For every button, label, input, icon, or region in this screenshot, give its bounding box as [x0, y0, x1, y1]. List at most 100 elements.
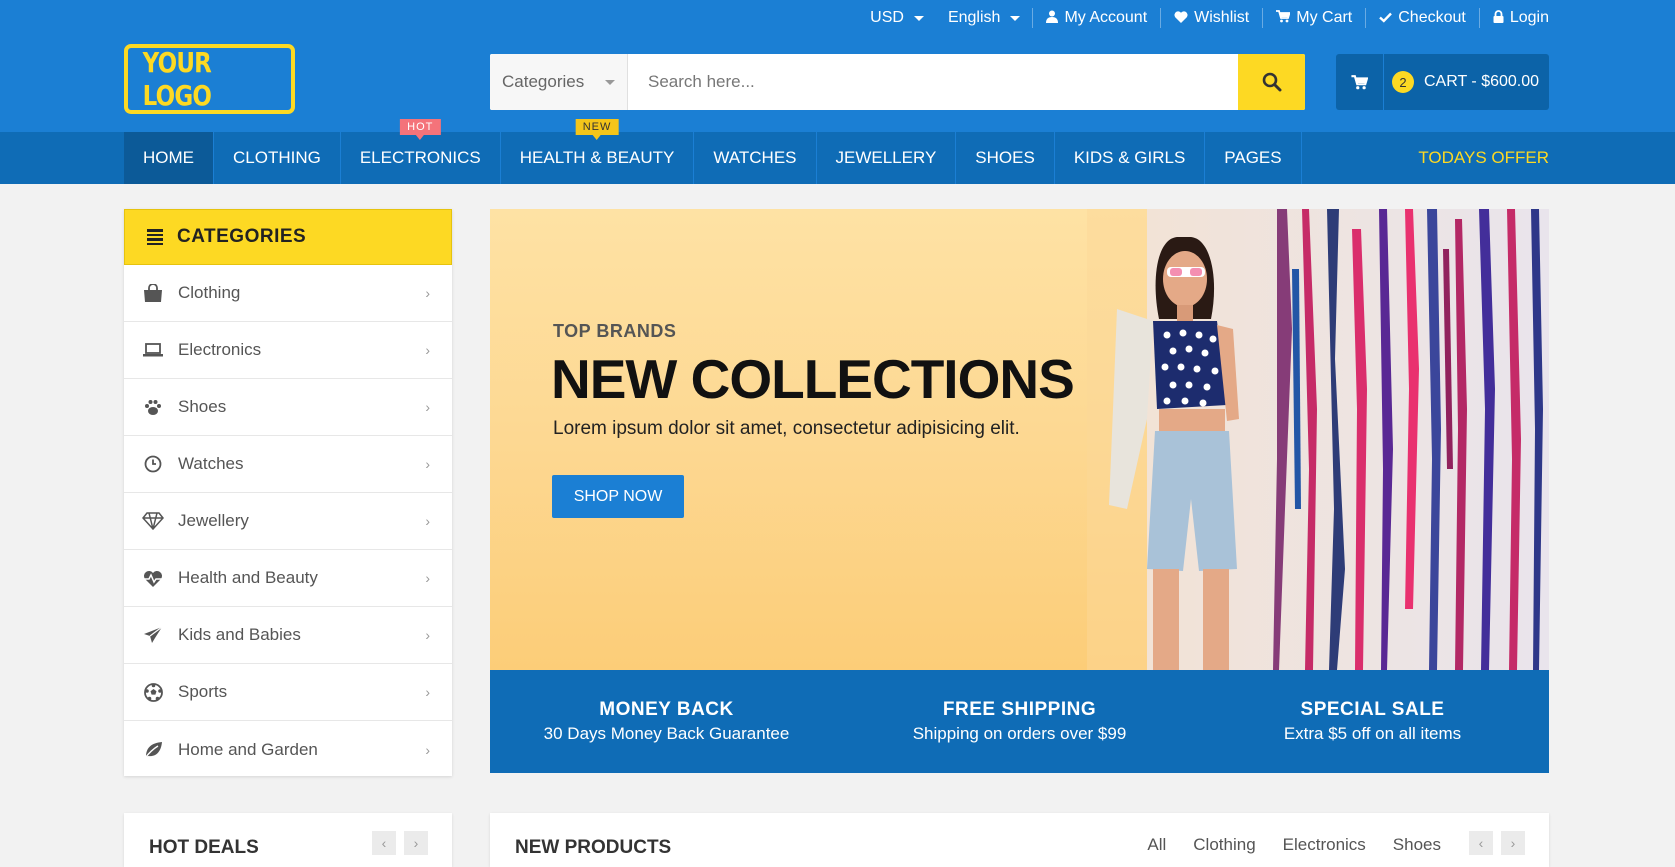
- my-account-label: My Account: [1064, 9, 1148, 26]
- next-arrow-button[interactable]: ›: [1501, 831, 1525, 855]
- check-icon: [1379, 11, 1393, 26]
- login-label: Login: [1509, 9, 1549, 26]
- hot-deals-panel: HOT DEALS ‹ ›: [124, 813, 452, 867]
- nav-item-pages[interactable]: PAGES: [1205, 132, 1302, 184]
- feature-title: MONEY BACK: [599, 699, 734, 720]
- prev-arrow-button[interactable]: ‹: [372, 831, 396, 855]
- feature-desc: Shipping on orders over $99: [912, 724, 1127, 743]
- todays-offer-link[interactable]: TODAYS OFFER: [1418, 132, 1549, 184]
- clock-icon: [142, 455, 164, 473]
- main-nav: HOME CLOTHING HOT ELECTRONICS NEW HEALTH…: [0, 119, 1675, 184]
- nav-item-home[interactable]: HOME: [124, 132, 214, 184]
- chevron-down-icon: [913, 15, 924, 21]
- top-bar: USD English My Account Wishlist My Cart: [858, 0, 1549, 36]
- nav-item-health-beauty[interactable]: NEW HEALTH & BEAUTY: [501, 119, 695, 184]
- feature-title: FREE SHIPPING: [942, 699, 1097, 720]
- sidebar-item-label: Home and Garden: [178, 739, 318, 759]
- logo-text: YOUR LOGO: [142, 46, 212, 112]
- nav-item-label: JEWELLERY: [835, 148, 937, 167]
- nav-item-kids-girls[interactable]: KIDS & GIRLS: [1055, 132, 1206, 184]
- sidebar-item-label: Electronics: [178, 340, 262, 359]
- checkout-label: Checkout: [1398, 9, 1466, 26]
- cart-icon: [1336, 54, 1384, 110]
- chevron-right-icon: ›: [425, 399, 430, 415]
- sidebar-item-clothing[interactable]: Clothing ›: [124, 265, 452, 322]
- categories-header[interactable]: CATEGORIES: [124, 209, 452, 265]
- sidebar-item-kids-babies[interactable]: Kids and Babies ›: [124, 607, 452, 664]
- search-button[interactable]: [1238, 54, 1305, 110]
- search-input[interactable]: [628, 54, 1238, 110]
- language-selector[interactable]: English: [936, 8, 1032, 28]
- search-icon: [1262, 72, 1281, 92]
- my-cart-link[interactable]: My Cart: [1262, 8, 1365, 28]
- features-strip: MONEY BACK 30 Days Money Back Guarantee …: [490, 670, 1549, 773]
- diamond-icon: [142, 512, 164, 530]
- sidebar-item-electronics[interactable]: Electronics ›: [124, 322, 452, 379]
- new-products-arrows: ‹ ›: [1469, 831, 1525, 855]
- new-products-panel: NEW PRODUCTS All Clothing Electronics Sh…: [490, 813, 1549, 867]
- cart-icon: [1276, 10, 1291, 26]
- sidebar-item-jewellery[interactable]: Jewellery ›: [124, 493, 452, 550]
- sidebar-item-watches[interactable]: Watches ›: [124, 436, 452, 493]
- nav-item-label: SHOES: [975, 148, 1035, 167]
- chevron-down-icon: [1010, 15, 1021, 21]
- my-cart-label: My Cart: [1296, 9, 1353, 26]
- cart-count-badge: 2: [1392, 71, 1414, 93]
- currency-selector[interactable]: USD: [858, 8, 936, 28]
- nav-item-watches[interactable]: WATCHES: [694, 132, 817, 184]
- chevron-down-icon: [605, 79, 615, 85]
- filter-tab-all[interactable]: All: [1147, 835, 1166, 855]
- search-category-label: Categories: [502, 72, 585, 91]
- search-category-select[interactable]: Categories: [490, 54, 628, 110]
- menu-icon: [147, 229, 163, 245]
- shop-now-button[interactable]: SHOP NOW: [552, 475, 684, 518]
- feature-free-shipping: FREE SHIPPING Shipping on orders over $9…: [843, 670, 1196, 773]
- nav-item-clothing[interactable]: CLOTHING: [214, 132, 341, 184]
- wishlist-link[interactable]: Wishlist: [1160, 8, 1262, 28]
- login-link[interactable]: Login: [1478, 8, 1549, 28]
- sidebar-item-sports[interactable]: Sports ›: [124, 664, 452, 721]
- soccer-ball-icon: [142, 682, 164, 702]
- sidebar-item-label: Shoes: [178, 397, 227, 416]
- nav-item-label: CLOTHING: [233, 148, 321, 167]
- nav-item-jewellery[interactable]: JEWELLERY: [817, 132, 957, 184]
- cart-button[interactable]: 2 CART - $600.00: [1336, 54, 1549, 110]
- hot-badge: HOT: [400, 119, 441, 140]
- feature-desc: 30 Days Money Back Guarantee: [543, 724, 790, 743]
- sidebar-item-label: Sports: [178, 682, 228, 701]
- hot-deals-title: HOT DEALS: [149, 837, 259, 858]
- heartbeat-icon: [142, 570, 164, 587]
- sidebar-item-health-beauty[interactable]: Health and Beauty ›: [124, 550, 452, 607]
- filter-tab-electronics[interactable]: Electronics: [1283, 835, 1366, 855]
- next-arrow-button[interactable]: ›: [404, 831, 428, 855]
- nav-item-electronics[interactable]: HOT ELECTRONICS: [341, 119, 501, 184]
- filter-tab-clothing[interactable]: Clothing: [1193, 835, 1255, 855]
- site-header: USD English My Account Wishlist My Cart: [0, 0, 1675, 132]
- user-icon: [1046, 10, 1059, 26]
- hero-banner: TOP BRANDS NEW COLLECTIONS Lorem ipsum d…: [490, 209, 1549, 670]
- site-logo[interactable]: YOUR LOGO: [124, 44, 295, 114]
- nav-item-shoes[interactable]: SHOES: [956, 132, 1055, 184]
- filter-tab-shoes[interactable]: Shoes: [1393, 835, 1441, 855]
- feature-title: SPECIAL SALE: [1300, 699, 1445, 720]
- feature-special-sale: SPECIAL SALE Extra $5 off on all items: [1196, 670, 1549, 773]
- sidebar-item-home-garden[interactable]: Home and Garden ›: [124, 721, 452, 778]
- heart-icon: [1174, 10, 1188, 26]
- my-account-link[interactable]: My Account: [1032, 8, 1160, 28]
- hot-deals-arrows: ‹ ›: [372, 831, 428, 855]
- laptop-icon: [142, 343, 164, 357]
- leaf-icon: [142, 741, 164, 759]
- new-badge: NEW: [575, 119, 619, 140]
- sidebar-item-shoes[interactable]: Shoes ›: [124, 379, 452, 436]
- categories-sidebar: CATEGORIES Clothing › Electronics › Shoe…: [124, 209, 452, 776]
- sidebar-item-label: Clothing: [178, 283, 241, 302]
- prev-arrow-button[interactable]: ‹: [1469, 831, 1493, 855]
- cart-total-label: CART - $600.00: [1424, 73, 1540, 90]
- shopping-bag-icon: [142, 284, 164, 302]
- paw-icon: [142, 399, 164, 416]
- currency-label: USD: [870, 9, 904, 26]
- checkout-link[interactable]: Checkout: [1365, 8, 1479, 28]
- chevron-right-icon: ›: [425, 684, 430, 700]
- banner-subtitle: TOP BRANDS: [553, 321, 677, 341]
- banner-description: Lorem ipsum dolor sit amet, consectetur …: [553, 418, 1020, 439]
